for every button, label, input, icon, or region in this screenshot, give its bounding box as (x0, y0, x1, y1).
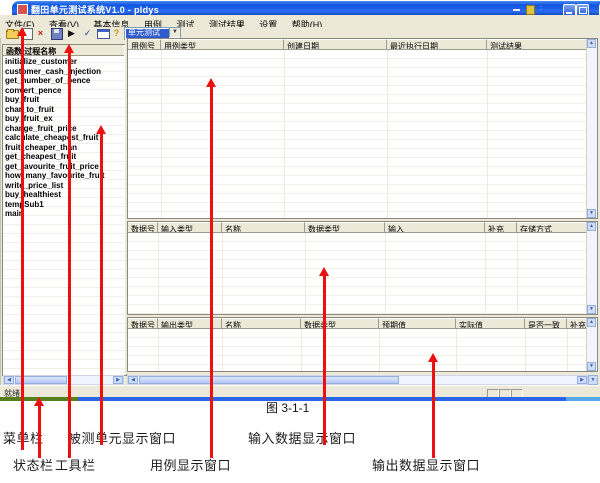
column-gridline (284, 50, 285, 218)
save-icon[interactable] (51, 28, 63, 40)
column-header[interactable]: 最近执行日期 (387, 39, 487, 50)
column-gridline (525, 329, 526, 371)
scroll-left-icon[interactable]: ◀ (4, 376, 14, 384)
column-header[interactable]: 测试结果 (487, 39, 587, 50)
tray-dots-icon: : (540, 5, 542, 12)
column-header[interactable]: 名称 (222, 318, 301, 329)
report-window-icon[interactable] (97, 29, 110, 39)
column-header[interactable]: 用例号 (128, 39, 161, 50)
column-header[interactable]: 数据号 (128, 222, 158, 233)
column-gridline (485, 233, 486, 314)
callout-status-bar: 状态栏 (13, 455, 54, 474)
right-horizontal-scrollbar[interactable]: ◀ ▶ (127, 375, 588, 385)
scroll-right-icon[interactable]: ▶ (577, 376, 587, 384)
callout-output-window: 输出数据显示窗口 (372, 455, 480, 474)
scroll-down-icon[interactable]: ▼ (587, 362, 596, 371)
callout-usecase-window: 用例显示窗口 (150, 455, 231, 474)
scroll-up-icon[interactable]: ▲ (587, 222, 596, 231)
column-header[interactable]: 名称 (222, 222, 305, 233)
column-gridline (517, 233, 518, 314)
column-gridline (222, 233, 223, 314)
annotation-arrow-output-window (432, 361, 435, 458)
column-header[interactable]: 补充 (567, 318, 587, 329)
column-header[interactable]: 数据类型 (301, 318, 379, 329)
callout-toolbar: 工具栏 (55, 455, 96, 474)
restore-icon (579, 7, 587, 14)
callout-input-window: 输入数据显示窗口 (248, 428, 356, 447)
column-header[interactable]: 是否一致 (525, 318, 567, 329)
column-header[interactable]: 创建日期 (284, 39, 387, 50)
usecase-table-header: 用例号 用例类型 创建日期 最近执行日期 测试结果 (128, 39, 587, 50)
help-icon[interactable]: ? (110, 28, 123, 39)
annotation-arrow-toolbar (68, 52, 71, 458)
annotation-arrow-unit-window (100, 133, 103, 445)
annotation-arrow-input-window (323, 275, 326, 445)
column-header[interactable]: 数据号 (128, 318, 158, 329)
delete-icon[interactable]: × (34, 28, 47, 39)
tray-ime-icon (526, 5, 535, 15)
column-header[interactable]: 补充 (485, 222, 517, 233)
usecase-table-body (128, 50, 587, 218)
column-header[interactable]: 预期值 (379, 318, 456, 329)
column-header[interactable]: 用例类型 (161, 39, 284, 50)
column-gridline (567, 329, 568, 371)
annotation-arrow-status-bar (38, 405, 41, 458)
output-table-header: 数据号 输出类型 名称 数据类型 预期值 实际值 是否一致 补充 (128, 318, 587, 329)
annotation-arrow-menu-bar (21, 35, 24, 450)
scroll-up-icon[interactable]: ▲ (587, 39, 596, 48)
column-header[interactable]: 实际值 (456, 318, 525, 329)
chevron-down-icon[interactable]: ▼ (169, 28, 180, 37)
titlebar-tray-icons: : (510, 4, 560, 14)
window-bottom-border (78, 397, 566, 401)
scroll-left-icon[interactable]: ◀ (128, 376, 138, 384)
run-icon[interactable]: ▶ (65, 28, 78, 39)
column-gridline (487, 50, 488, 218)
combobox-selected-value: 单元测试 (126, 29, 169, 38)
column-gridline (301, 329, 302, 371)
title-bar[interactable]: 翻田单元测试系统V1.0 - pldys : × (12, 1, 600, 16)
column-header[interactable]: 输入 (385, 222, 485, 233)
right-tables-area: 用例号 用例类型 创建日期 最近执行日期 测试结果 ▲ ▼ 数据号 输入类型 (127, 38, 598, 374)
app-icon (17, 4, 28, 15)
annotation-arrow-usecase-window (210, 86, 213, 458)
column-gridline (305, 233, 306, 314)
minimize-icon (566, 12, 572, 14)
usecase-table: 用例号 用例类型 创建日期 最近执行日期 测试结果 ▲ ▼ (127, 38, 598, 219)
usecase-vertical-scrollbar[interactable]: ▲ ▼ (586, 39, 597, 218)
column-gridline (158, 233, 159, 314)
column-gridline (161, 50, 162, 218)
output-vertical-scrollbar[interactable]: ▲ ▼ (586, 318, 597, 371)
column-gridline (222, 329, 223, 371)
column-gridline (385, 233, 386, 314)
input-table-body (128, 233, 587, 314)
figure-caption: 图 3-1-1 (266, 399, 309, 416)
input-table-header: 数据号 输入类型 名称 数据类型 输入 补充 存储方式 (128, 222, 587, 233)
column-header[interactable]: 数据类型 (305, 222, 385, 233)
input-vertical-scrollbar[interactable]: ▲ ▼ (586, 222, 597, 314)
output-data-table: 数据号 输出类型 名称 数据类型 预期值 实际值 是否一致 补充 ▲ ▼ (127, 317, 598, 372)
tray-dash-icon (513, 9, 520, 11)
scroll-down-icon[interactable]: ▼ (588, 375, 598, 385)
column-gridline (456, 329, 457, 371)
column-gridline (387, 50, 388, 218)
column-gridline (158, 329, 159, 371)
scroll-down-icon[interactable]: ▼ (587, 305, 596, 314)
scrollbar-thumb[interactable] (139, 376, 399, 384)
tool-bar: × ▶ ✓ ? 单元测试 ▼ (0, 27, 600, 38)
column-gridline (379, 329, 380, 371)
input-data-table: 数据号 输入类型 名称 数据类型 输入 补充 存储方式 ▲ ▼ (127, 221, 598, 315)
figure-page: 翻田单元测试系统V1.0 - pldys : × 文件(F) 查看(V) 基本信… (0, 0, 600, 483)
column-header[interactable]: 存储方式 (517, 222, 587, 233)
scroll-up-icon[interactable]: ▲ (587, 318, 596, 327)
scroll-right-icon[interactable]: ▶ (113, 376, 123, 384)
callout-unit-window: 被测单元显示窗口 (68, 428, 176, 447)
scroll-down-icon[interactable]: ▼ (587, 209, 596, 218)
output-table-body (128, 329, 587, 371)
window-bottom-border (566, 397, 600, 401)
check-icon[interactable]: ✓ (81, 28, 94, 39)
